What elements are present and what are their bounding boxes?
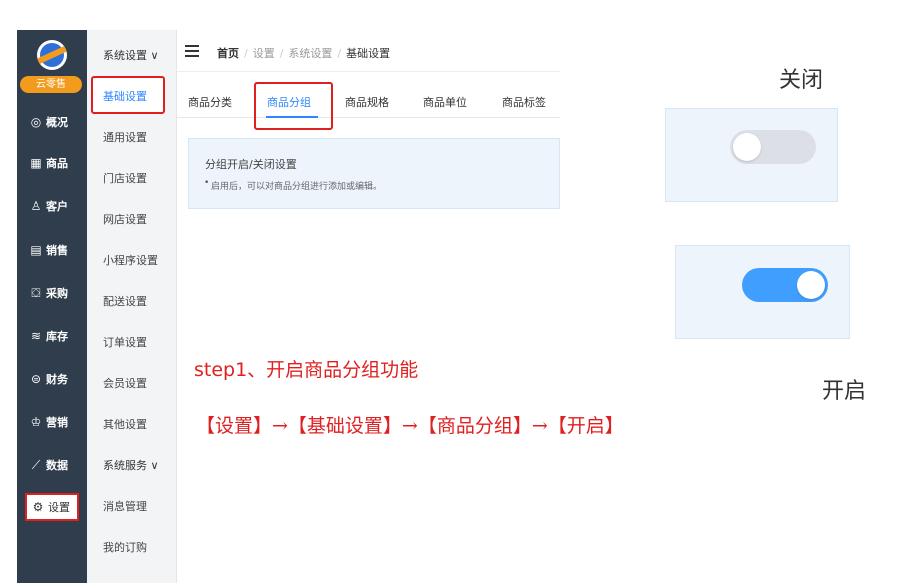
- breadcrumb-home[interactable]: 首页: [217, 47, 239, 60]
- toggle-on-demo: [675, 245, 850, 339]
- subnav-item-label: 基础设置: [103, 90, 147, 103]
- toggle-off-label: 关闭: [779, 68, 824, 93]
- nav-item-label: 概况: [46, 116, 68, 129]
- nav-item-finance[interactable]: ⊜ 财务: [17, 359, 87, 399]
- group-toggle-on[interactable]: [742, 268, 828, 302]
- nav-item-data[interactable]: ⟋ 数据: [17, 445, 87, 485]
- subnav-group-system[interactable]: 系统设置 ∨: [103, 47, 159, 63]
- nav-item-sales[interactable]: ▤ 销售: [17, 230, 87, 270]
- subnav-item-general[interactable]: 通用设置: [103, 129, 147, 145]
- panel-title: 分组开启/关闭设置: [205, 158, 297, 171]
- tab-product-unit[interactable]: 商品单位: [423, 94, 467, 110]
- nav-item-label: 财务: [46, 373, 68, 386]
- dashboard-icon: ◎: [30, 115, 42, 129]
- nav-item-label: 设置: [48, 501, 70, 514]
- nav-item-label: 营销: [46, 416, 68, 429]
- nav-item-marketing[interactable]: ♔ 营销: [17, 402, 87, 442]
- toggle-knob: [797, 271, 825, 299]
- subnav-item-messages[interactable]: 消息管理: [103, 498, 147, 514]
- money-icon: ⊜: [30, 372, 42, 386]
- menu-icon[interactable]: [185, 45, 199, 57]
- main-sidebar: 云零售 ◎ 概况 ▦ 商品 ♙ 客户 ▤ 销售 ⛋ 采购 ≋ 库存 ⊜ 财务 ♔…: [17, 30, 87, 583]
- breadcrumb: 首页 / 设置 / 系统设置 / 基础设置: [217, 47, 391, 60]
- crown-icon: ♔: [30, 415, 42, 429]
- subnav-item-members[interactable]: 会员设置: [103, 375, 147, 391]
- nav-item-products[interactable]: ▦ 商品: [17, 143, 87, 183]
- toggle-knob: [733, 133, 761, 161]
- nav-item-label: 销售: [46, 244, 68, 257]
- panel-description: 启用后，可以对商品分组进行添加或编辑。: [204, 178, 382, 192]
- nav-item-label: 库存: [46, 330, 68, 343]
- breadcrumb-current: 基础设置: [346, 47, 391, 60]
- chart-icon: ⟋: [31, 457, 41, 472]
- breadcrumb-settings[interactable]: 设置: [253, 47, 275, 60]
- nav-item-label: 客户: [46, 200, 68, 213]
- toggle-on-label: 开启: [822, 379, 867, 404]
- settings-tabs: 商品分类 商品分组 商品规格 商品单位 商品标签: [177, 72, 560, 130]
- nav-item-label: 商品: [46, 157, 68, 170]
- nav-item-settings[interactable]: ⚙ 设置: [25, 493, 79, 521]
- subnav-group-service[interactable]: 系统服务 ∨: [103, 457, 159, 473]
- subnav-item-other[interactable]: 其他设置: [103, 416, 147, 432]
- brand-badge: 云零售: [20, 76, 82, 93]
- nav-item-overview[interactable]: ◎ 概况: [17, 102, 87, 142]
- annotation-highlight-box: [254, 82, 333, 130]
- settings-subnav: 系统设置 ∨ 基础设置 通用设置 门店设置 网店设置 小程序设置 配送设置 订单…: [87, 30, 177, 583]
- gear-icon: ⚙: [32, 500, 44, 514]
- nav-item-inventory[interactable]: ≋ 库存: [17, 316, 87, 356]
- subnav-item-miniprogram[interactable]: 小程序设置: [103, 252, 158, 268]
- nav-item-purchase[interactable]: ⛋ 采购: [17, 273, 87, 313]
- tab-product-tag[interactable]: 商品标签: [502, 94, 546, 110]
- user-icon: ♙: [30, 199, 42, 213]
- tab-product-category[interactable]: 商品分类: [188, 94, 232, 110]
- subnav-item-delivery[interactable]: 配送设置: [103, 293, 147, 309]
- grid-icon: ▦: [30, 156, 42, 170]
- subnav-item-orders[interactable]: 订单设置: [103, 334, 147, 350]
- page-header: 首页 / 设置 / 系统设置 / 基础设置: [177, 30, 560, 72]
- subnav-item-subscriptions[interactable]: 我的订购: [103, 539, 147, 555]
- navigation-path: 【设置】→【基础设置】→【商品分组】→【开启】: [196, 415, 624, 437]
- breadcrumb-system-settings[interactable]: 系统设置: [288, 47, 332, 60]
- stack-icon: ≋: [30, 329, 42, 343]
- nav-item-label: 采购: [46, 287, 68, 300]
- nav-item-customers[interactable]: ♙ 客户: [17, 186, 87, 226]
- nav-item-label: 数据: [46, 459, 68, 472]
- subnav-item-webshop[interactable]: 网店设置: [103, 211, 147, 227]
- subnav-item-basic-settings[interactable]: 基础设置: [91, 76, 165, 114]
- group-toggle-off[interactable]: [730, 130, 816, 164]
- tab-product-spec[interactable]: 商品规格: [345, 94, 389, 110]
- subnav-item-store[interactable]: 门店设置: [103, 170, 147, 186]
- step-instruction: step1、开启商品分组功能: [194, 359, 419, 381]
- logo-icon: [37, 40, 67, 70]
- cart-icon: ⛋: [31, 285, 41, 300]
- toggle-off-demo: [665, 108, 838, 202]
- receipt-icon: ▤: [30, 243, 42, 257]
- group-setting-panel: 分组开启/关闭设置 启用后，可以对商品分组进行添加或编辑。: [188, 138, 560, 209]
